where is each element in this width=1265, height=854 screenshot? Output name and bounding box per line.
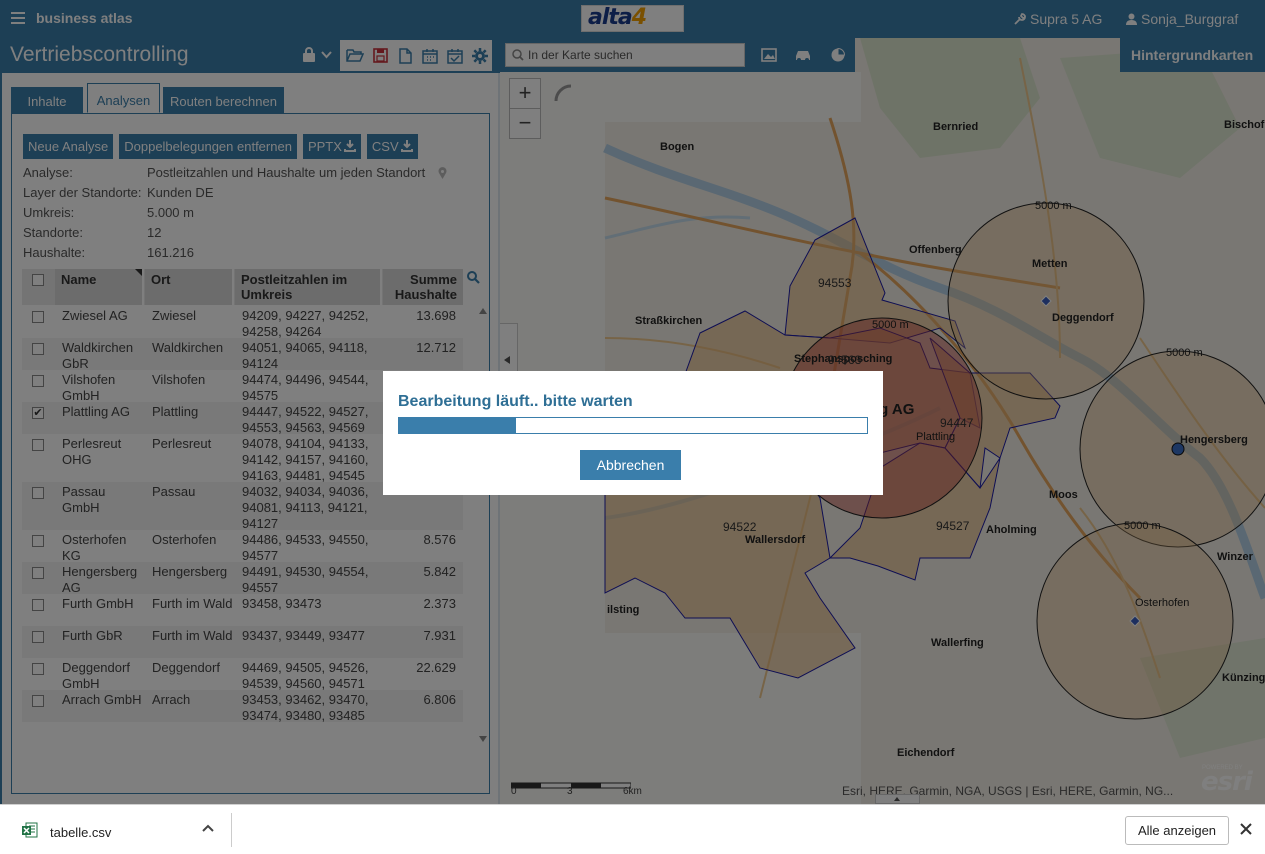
close-icon[interactable]: [1240, 823, 1252, 835]
chevron-up-icon[interactable]: [202, 823, 214, 833]
excel-file-icon: [22, 822, 38, 838]
download-filename[interactable]: tabelle.csv: [50, 825, 111, 840]
progress-bar-fill: [399, 418, 516, 433]
dialog-title: Bearbeitung läuft.. bitte warten: [398, 393, 633, 410]
progress-bar: [398, 417, 868, 434]
cancel-button[interactable]: Abbrechen: [580, 450, 681, 480]
processing-dialog: Bearbeitung läuft.. bitte warten Abbrech…: [383, 371, 883, 495]
download-bar: tabelle.csv Alle anzeigen: [0, 804, 1265, 854]
show-all-downloads-button[interactable]: Alle anzeigen: [1125, 816, 1229, 845]
divider: [231, 813, 232, 847]
